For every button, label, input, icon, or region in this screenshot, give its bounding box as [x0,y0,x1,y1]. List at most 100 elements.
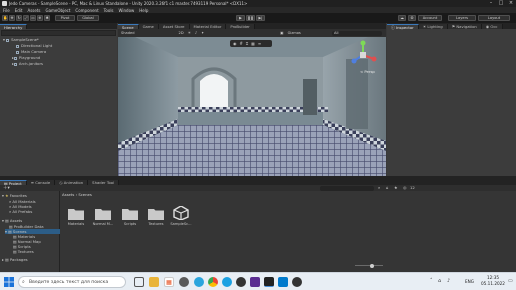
asset-folder-item[interactable]: ▤ Textures [13,249,34,254]
language-indicator[interactable]: ENG [465,279,474,284]
menu-component[interactable]: Component [75,8,98,13]
menu-gameobject[interactable]: GameObject [45,8,70,13]
rotate-tool-icon[interactable]: ↻ [16,15,22,21]
menu-assets[interactable]: Assets [27,8,40,13]
network-icon[interactable]: ⌂ [438,278,441,284]
transform-tool-icon[interactable]: ⊕ [37,15,43,21]
tray-overflow-icon[interactable]: ˄ [430,278,433,284]
steam-icon[interactable] [179,277,189,287]
menu-tools[interactable]: Tools [104,8,114,13]
scene-orientation-gizmo[interactable]: < Persp [348,40,378,76]
zoom-slider[interactable] [355,265,383,266]
asset-folder-scripts[interactable]: Scripts [122,207,138,226]
effects-toggle-icon[interactable]: ✦ [201,31,204,35]
audio-toggle-icon[interactable]: ♪ [195,31,197,35]
menu-file[interactable]: File [3,8,10,13]
asset-folder-materials[interactable]: Materials [68,207,84,226]
file-explorer-icon[interactable] [149,277,159,287]
hierarchy-item-row[interactable]: ▸ Playground [12,55,40,60]
menu-edit[interactable]: Edit [15,8,23,13]
task-view-icon[interactable] [134,277,144,287]
windows-start-icon[interactable] [4,277,14,287]
volume-icon[interactable]: ♪ [447,278,450,284]
star-icon[interactable]: ★ [394,185,398,190]
move-tool-icon[interactable]: ✥ [9,15,15,21]
unity-editor-taskbar-icon[interactable] [264,277,274,287]
scale-tool-icon[interactable]: ⤢ [23,15,29,21]
rect-tool-icon[interactable]: ▭ [30,15,36,21]
snap-toggle-icon[interactable]: ⌗ [246,41,248,46]
services-icon[interactable]: ⚙ [408,15,416,21]
persp-label[interactable]: < Persp [360,69,375,74]
breadcrumb-scenes[interactable]: Scenes [78,192,92,197]
layers-dropdown[interactable]: Layers [448,15,476,21]
notifications-icon[interactable]: ▭ [508,278,513,284]
grid-toggle-icon[interactable]: # [240,41,243,46]
packages-section[interactable]: ▸ ▤ Packages [2,257,28,262]
2d-toggle[interactable]: 2D [179,31,184,35]
tab-occlusion[interactable]: ◉ Occ [481,23,503,29]
view-toggle-icon[interactable]: ◉ [233,41,237,46]
pivot-toggle[interactable]: Pivot [55,15,75,21]
favorites-section[interactable]: ▾ ★ Favorites [2,193,27,198]
visual-studio-icon[interactable] [250,277,260,287]
gameobject-icon [13,56,17,60]
hierarchy-item-row[interactable]: ▸ Arch-janitors [12,61,43,66]
project-search-input[interactable] [320,185,374,191]
filter-icon[interactable]: ⌕ [378,185,380,190]
close-button[interactable]: × [506,0,516,7]
hierarchy-scene-row[interactable]: ▾ SampleScene* [3,37,39,42]
view-options-icon[interactable]: ▦ [251,41,255,46]
asset-scene-samplescene[interactable]: SampleSc... [170,205,192,226]
taskbar-search-input[interactable]: ⌕ Введите здесь текст для поиска [18,276,126,288]
asset-folder-normal-map[interactable]: Normal M... [93,207,113,226]
hierarchy-panel: Hierarchy ▾ SampleScene* Directional Lig… [0,23,117,176]
tag-icon[interactable]: ⌂ [386,185,389,190]
maximize-button[interactable]: □ [496,0,506,7]
step-button-icon[interactable]: ▶| [256,15,265,21]
layers-icon[interactable]: ≡ [258,41,261,46]
tab-navigation[interactable]: ⚑ Navigation [447,23,482,29]
chrome-icon[interactable] [208,277,218,287]
global-toggle[interactable]: Global [77,15,99,21]
favorite-item[interactable]: ⌕ All Prefabs [9,209,32,214]
hierarchy-item-row[interactable]: Directional Light [16,43,52,48]
collab-icon[interactable]: ☁ [398,15,406,21]
breadcrumb-assets[interactable]: Assets [62,192,74,197]
menu-window[interactable]: Window [119,8,135,13]
hand-tool-icon[interactable]: ✋ [2,15,8,21]
play-button-icon[interactable]: ▶ [236,15,245,21]
shading-mode-dropdown[interactable]: Shaded [121,31,135,35]
account-dropdown[interactable]: Account [418,15,442,21]
zoom-slider-handle[interactable] [370,263,374,268]
tab-hierarchy[interactable]: Hierarchy [0,23,28,30]
project-tree: ▾ ★ Favorites ⌕ All Materials ⌕ All Mode… [0,191,60,272]
minimize-button[interactable]: – [486,0,496,7]
unity-hub-icon[interactable] [236,277,246,287]
scene-search-input[interactable]: All [332,30,382,36]
layout-dropdown[interactable]: Layout [478,15,510,21]
vscode-icon[interactable] [278,277,288,287]
hierarchy-search-input[interactable] [1,30,116,36]
app-icon[interactable] [292,277,302,287]
hidden-packages-icon[interactable]: ◎ [403,185,407,190]
lighting-toggle-icon[interactable]: ☀ [188,31,191,35]
camera-settings-icon[interactable]: ▣ [280,31,283,35]
edge-icon[interactable] [222,277,232,287]
tab-inspector[interactable]: ⓘ Inspector [387,23,419,30]
clock[interactable]: 12:35 05.11.2022 [480,275,506,286]
pause-button-icon[interactable]: ❚❚ [246,15,255,21]
scene-view[interactable] [118,29,386,179]
tab-lighting[interactable]: ☀ Lighting [418,23,448,29]
telegram-icon[interactable] [194,277,204,287]
custom-tool-icon[interactable]: ✱ [44,15,50,21]
gizmos-dropdown[interactable]: Gizmos [288,31,301,35]
store-icon[interactable]: ▦ [164,277,174,287]
folder-icon [148,209,164,220]
hierarchy-item-row[interactable]: Main Camera [16,49,46,54]
menu-help[interactable]: Help [139,8,148,13]
breadcrumb: Assets › Scenes [62,192,92,198]
asset-folder-textures[interactable]: Textures [148,207,164,226]
title-bar: Jedo Cameras - SampleScene - PC, Mac & L… [0,0,516,7]
assets-section[interactable]: ▾ ▤ Assets [2,218,22,223]
